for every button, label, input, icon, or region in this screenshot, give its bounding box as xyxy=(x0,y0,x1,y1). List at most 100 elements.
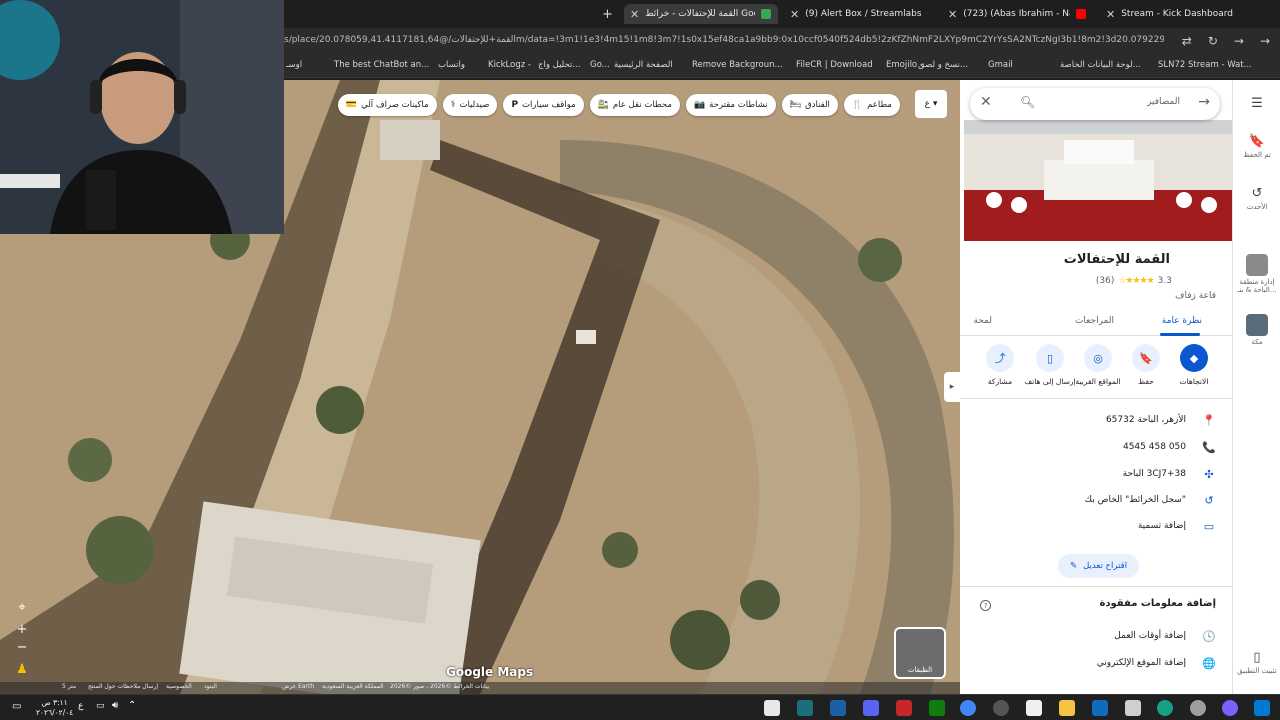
app-icon[interactable] xyxy=(993,700,1009,716)
notification-icon[interactable]: ▭ xyxy=(12,701,21,712)
bookmark-item[interactable]: Gmail xyxy=(988,60,1013,70)
zoom-in-button[interactable]: + xyxy=(12,620,32,638)
tab-about[interactable]: لمحة xyxy=(973,316,992,326)
chip-hotels[interactable]: 🛏 الفنادق xyxy=(781,94,838,116)
network-icon[interactable]: ▭ xyxy=(96,701,105,711)
close-tab-icon[interactable]: ✕ xyxy=(1106,8,1115,21)
tab-overview[interactable]: نظرة عامة xyxy=(1162,316,1202,326)
tab-google-maps[interactable]: ✕ القمة للإحتفالات - خرائط Google xyxy=(624,4,778,24)
bookmark-item[interactable]: نسخ و لصق... xyxy=(918,60,968,70)
place-thumbnail xyxy=(1246,314,1268,336)
directions-arrow-icon[interactable]: → xyxy=(1198,94,1210,110)
close-tab-icon[interactable]: ✕ xyxy=(630,8,639,21)
location-pin-icon: 📍 xyxy=(1202,413,1216,427)
chip-restaurants[interactable]: 🍴 مطاعم xyxy=(843,94,900,116)
bookmark-item[interactable]: واتساب xyxy=(438,60,465,70)
translate-icon[interactable]: ⇄ xyxy=(1182,34,1192,48)
rail-recent[interactable]: ↺ الأحدث xyxy=(1233,186,1280,211)
bookmark-item[interactable]: لوحة البيانات الخاصة... xyxy=(1060,60,1141,70)
rail-recent-place[interactable]: إدارة منطقة الباحة & بنـ... xyxy=(1233,254,1280,294)
chips-more-button[interactable]: ع ▾ xyxy=(915,90,947,118)
rail-recent-place[interactable]: مكة xyxy=(1233,314,1280,346)
bookmark-item[interactable]: الصفحة الرئيسية xyxy=(614,60,673,70)
help-icon[interactable]: ? xyxy=(980,600,991,611)
add-hours-row[interactable]: 🕓 إضافة أوقات العمل xyxy=(976,627,1216,645)
app-icon[interactable] xyxy=(1125,700,1141,716)
suggest-edit-button[interactable]: اقتراح تعديل ✎ xyxy=(1058,554,1140,578)
back-icon[interactable]: → xyxy=(1260,34,1270,48)
app-icon[interactable] xyxy=(896,700,912,716)
bookmark-item[interactable]: تحليل واج... xyxy=(538,60,580,70)
place-rating[interactable]: 3.3 ★★★★☆ (36) xyxy=(1096,276,1172,286)
place-thumbnail xyxy=(1246,254,1268,276)
zoom-out-button[interactable]: − xyxy=(12,638,32,656)
file-explorer-icon[interactable] xyxy=(1059,700,1075,716)
outlook-icon[interactable] xyxy=(1092,700,1108,716)
plus-code-row[interactable]: ✣ 3CJ7+38 الباحة xyxy=(976,465,1216,483)
show-hidden-icons[interactable]: ⌃ xyxy=(128,700,136,711)
bookmark-item[interactable]: The best ChatBot an... xyxy=(334,60,429,70)
close-tab-icon[interactable]: ✕ xyxy=(948,8,957,21)
tab-streamlabs[interactable]: ✕ (9) Alert Box / Streamlabs xyxy=(784,4,922,24)
chip-parking[interactable]: P مواقف سيارات xyxy=(503,94,584,116)
bookmark-item[interactable]: SLN72 Stream - Wat... xyxy=(1158,60,1252,70)
discord-icon[interactable] xyxy=(863,700,879,716)
copilot-icon[interactable] xyxy=(1222,700,1238,716)
maps-history-row[interactable]: ↺ "سجل الخرائط" الخاص بك xyxy=(976,491,1216,509)
hotel-icon: 🛏 xyxy=(789,100,802,110)
search-icon[interactable]: 🔍︎ xyxy=(1020,95,1035,109)
url-field[interactable]: s/place/القمة+للإحتفالات/@20.078059,41.4… xyxy=(284,35,1164,45)
search-box[interactable]: → المصافير 🔍︎ ✕ xyxy=(970,88,1220,120)
my-location-icon[interactable]: ⌖ xyxy=(12,598,32,616)
file-icon[interactable] xyxy=(1026,700,1042,716)
steam-icon[interactable] xyxy=(830,700,846,716)
volume-icon[interactable]: 🔊︎ xyxy=(112,700,118,711)
chip-atms[interactable]: 💳 ماكينات صراف آلي xyxy=(337,94,437,116)
new-tab-button[interactable]: + xyxy=(596,4,619,24)
bookmark-item[interactable]: FileCR | Download xyxy=(796,60,873,70)
bookmark-item[interactable]: KickLogz - xyxy=(488,60,531,70)
map-footer: بيانات الخرائط ©2026 ، صور ©2026 المملكة… xyxy=(0,682,960,694)
system-clock[interactable]: ٣:١١ ص ٢٠٢٦/٠٢/٠٤ xyxy=(36,698,73,718)
pegman-icon[interactable]: ♟ xyxy=(12,660,32,678)
xbox-icon[interactable] xyxy=(929,700,945,716)
search-input[interactable]: المصافير xyxy=(1147,97,1180,107)
address-row[interactable]: 📍 الأزهر، الباحة 65732 xyxy=(976,411,1216,429)
place-photo[interactable] xyxy=(964,120,1232,241)
bookmark-item[interactable]: Go... xyxy=(590,60,610,70)
bookmark-item[interactable]: Remove Backgroun... xyxy=(692,60,783,70)
app-icon[interactable] xyxy=(764,700,780,716)
chip-things-to-do[interactable]: 📷 نشاطات مقترحة xyxy=(685,94,776,116)
start-icon[interactable] xyxy=(1254,700,1270,716)
bookmark-item[interactable]: اوسـ xyxy=(286,60,302,70)
share-button[interactable]: ⤴ مشاركة xyxy=(970,344,1030,386)
tab-kick[interactable]: ✕ Stream - Kick Dashboard xyxy=(1100,4,1250,24)
windows-taskbar: ▭ ٣:١١ ص ٢٠٢٦/٠٢/٠٤ ع ▭ 🔊︎ ⌃ xyxy=(0,694,1280,720)
collapse-panel-button[interactable]: ▸ xyxy=(944,372,960,402)
phone-row[interactable]: 📞 050 458 4545 xyxy=(976,438,1216,456)
settings-icon[interactable] xyxy=(1190,700,1206,716)
chip-transit[interactable]: 🚉 محطات نقل عام xyxy=(589,94,680,116)
layers-button[interactable]: الطبقات xyxy=(894,627,946,679)
input-language[interactable]: ع xyxy=(78,701,83,711)
reload-icon[interactable]: ↻ xyxy=(1208,34,1218,48)
edge-icon[interactable] xyxy=(1157,700,1173,716)
place-category[interactable]: قاعة زفاف xyxy=(1175,291,1216,301)
add-label-row[interactable]: ▭ إضافة تسمية xyxy=(976,517,1216,535)
forward-icon[interactable]: → xyxy=(1234,34,1244,48)
app-icon[interactable] xyxy=(797,700,813,716)
tab-youtube[interactable]: ✕ (723) (Abas Ibrahim - Nadet ) xyxy=(942,4,1092,24)
close-icon[interactable]: ✕ xyxy=(980,94,992,110)
add-website-row[interactable]: 🌐 إضافة الموقع الإلكتروني xyxy=(976,654,1216,672)
place-panel: → المصافير 🔍︎ ✕ القمة للإحتفالات 3.3 ★★★… xyxy=(960,80,1232,694)
bookmark-item[interactable]: Emojilo - xyxy=(886,60,923,70)
rail-saved[interactable]: 🔖 تم الحفظ xyxy=(1233,134,1280,159)
rating-stars-icon: ★★★★☆ xyxy=(1118,276,1154,286)
chip-pharmacies[interactable]: ⚕ صيدليات xyxy=(442,94,498,116)
clock-icon: 🕓 xyxy=(1202,629,1216,643)
rail-install-app[interactable]: ▯ تثبيت التطبيق xyxy=(1233,650,1280,675)
tab-reviews[interactable]: المراجعات xyxy=(1075,316,1114,326)
close-tab-icon[interactable]: ✕ xyxy=(790,8,799,21)
chrome-icon[interactable] xyxy=(960,700,976,716)
menu-icon[interactable]: ☰ xyxy=(1233,96,1280,113)
